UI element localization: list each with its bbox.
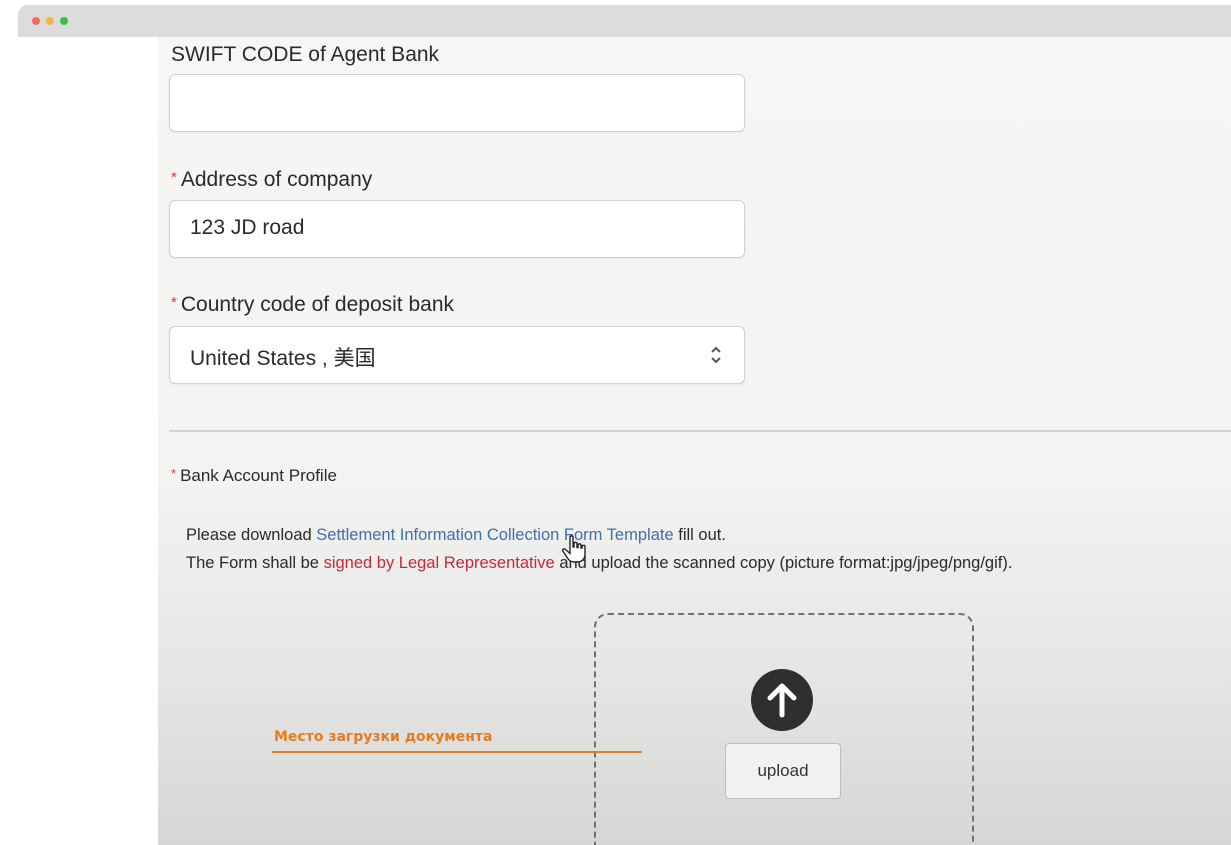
upload-area-annotation: Место загрузки документа xyxy=(274,729,493,745)
swift-code-label: SWIFT CODE of Agent Bank xyxy=(171,43,440,66)
required-mark: * xyxy=(171,294,177,311)
signature-requirement: signed by Legal Representative xyxy=(323,554,555,572)
signature-instruction: The Form shall be signed by Legal Repres… xyxy=(186,554,1012,573)
country-code-label: * Country code of deposit bank xyxy=(171,293,455,316)
address-input[interactable]: 123 JD road xyxy=(169,200,745,258)
template-download-link[interactable]: Settlement Information Collection Form T… xyxy=(316,526,673,544)
minimize-window-icon[interactable] xyxy=(46,17,54,25)
upload-dropzone[interactable]: upload xyxy=(594,613,974,845)
upload-button[interactable]: upload xyxy=(725,743,841,799)
form-panel: SWIFT CODE of Agent Bank * Address of com… xyxy=(158,37,1231,845)
maximize-window-icon[interactable] xyxy=(60,17,68,25)
country-code-value: United States , 美国 xyxy=(190,347,376,370)
swift-code-input[interactable] xyxy=(169,74,745,132)
arrow-up-icon xyxy=(767,683,797,718)
left-margin xyxy=(0,37,158,845)
instruction-text: and upload the scanned copy (picture for… xyxy=(559,554,1013,572)
download-instruction: Please download Settlement Information C… xyxy=(186,526,726,545)
annotation-underline xyxy=(272,751,642,753)
instruction-text: Please download xyxy=(186,526,312,544)
bank-account-profile-label: * Bank Account Profile xyxy=(171,466,337,485)
close-window-icon[interactable] xyxy=(32,17,40,25)
window-titlebar xyxy=(18,5,1231,37)
chevron-up-down-icon xyxy=(711,346,721,364)
required-mark: * xyxy=(171,466,177,481)
arrow-up-circle-icon[interactable] xyxy=(751,669,813,731)
address-value: 123 JD road xyxy=(190,216,305,239)
country-code-select[interactable]: United States , 美国 xyxy=(169,326,745,384)
address-label: * Address of company xyxy=(171,168,373,191)
instruction-text: fill out. xyxy=(678,526,726,544)
required-mark: * xyxy=(171,169,177,186)
instruction-text: The Form shall be xyxy=(186,554,319,572)
section-divider xyxy=(169,430,1231,432)
hand-pointer-icon xyxy=(562,535,586,563)
